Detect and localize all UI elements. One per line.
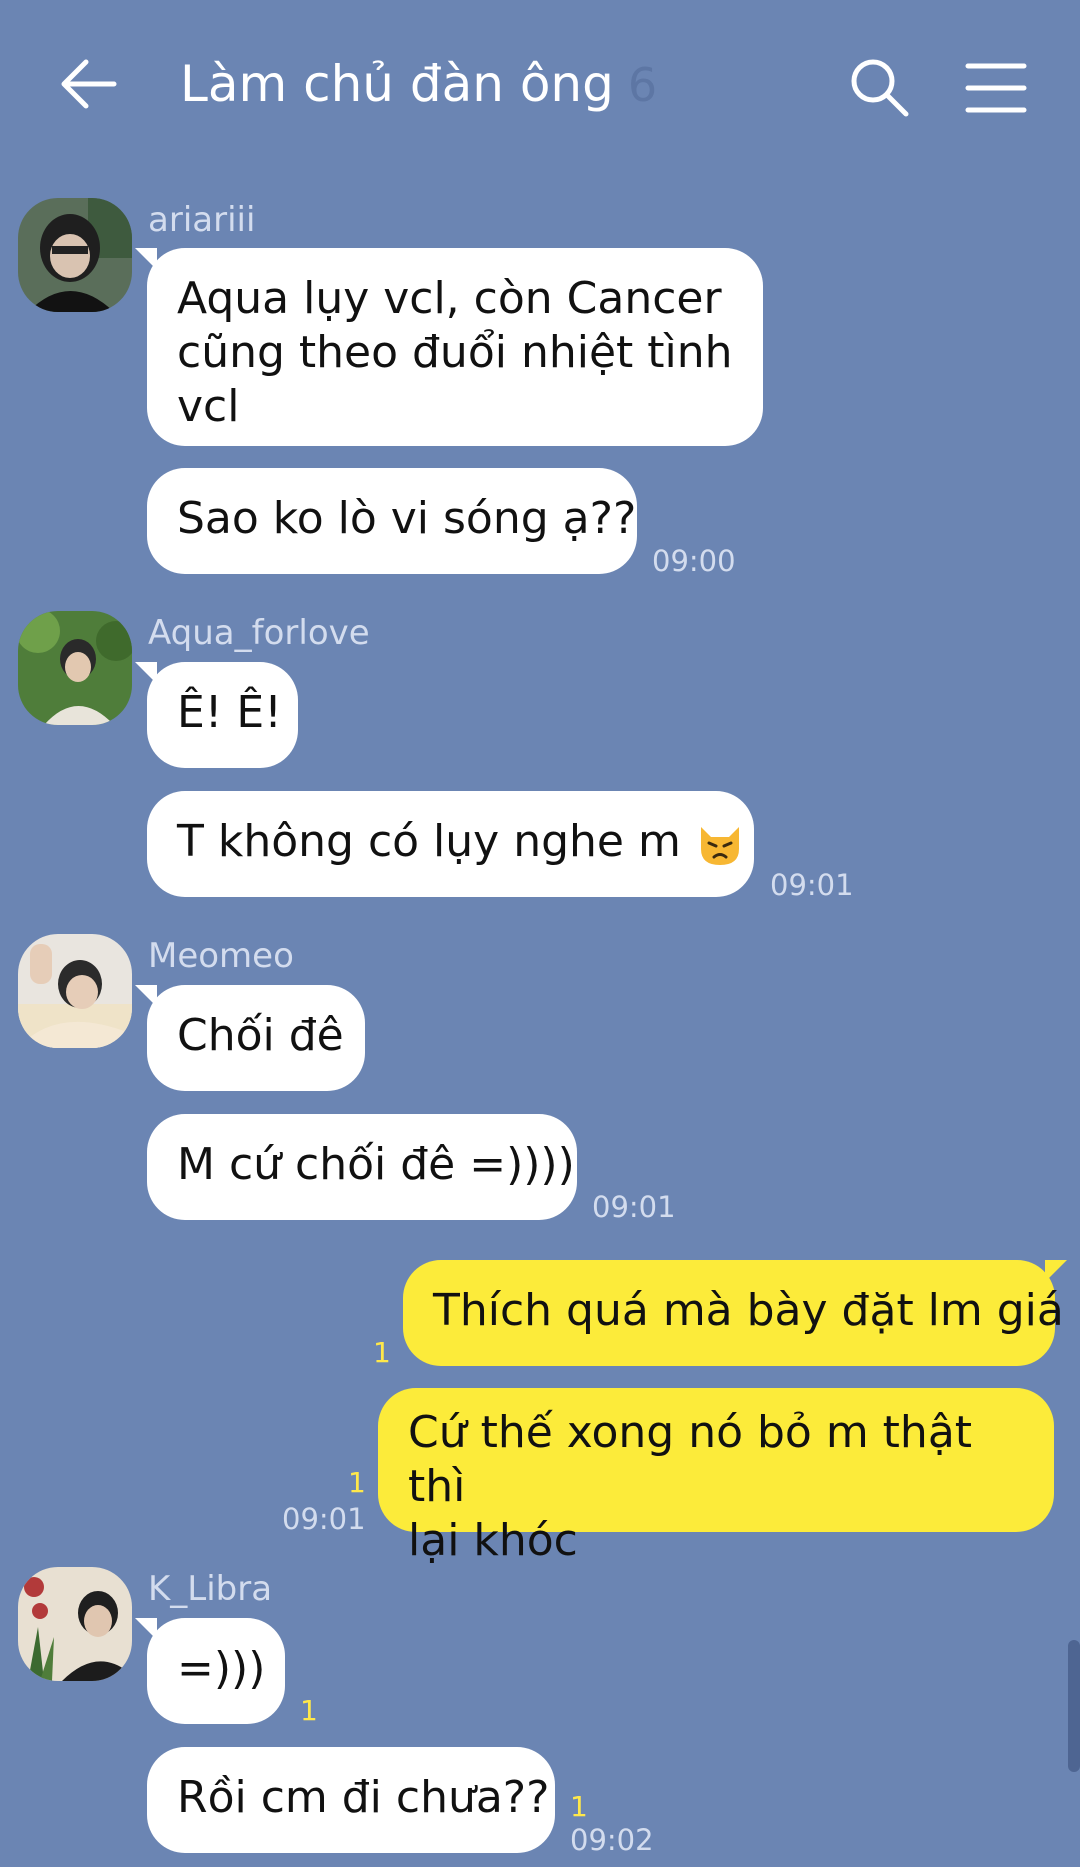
search-icon[interactable] — [848, 56, 910, 118]
message-bubble[interactable]: Chối đê — [135, 985, 365, 1091]
message-time: 09:02 — [570, 1823, 654, 1857]
sender-name: Aqua_forlove — [148, 613, 370, 653]
message-time: 09:00 — [652, 544, 736, 578]
unread-count: 1 — [373, 1336, 391, 1369]
message-text: Thích quá mà bày đặt lm giá — [433, 1285, 1064, 1336]
sender-name: K_Libra — [148, 1569, 273, 1609]
message-text: Sao ko lò vi sóng ạ?? — [177, 493, 637, 544]
back-arrow-icon[interactable] — [56, 52, 120, 116]
chat-title-text: Làm chủ đàn ông — [180, 55, 614, 113]
member-count: 6 — [627, 58, 658, 112]
message-bubble[interactable]: T không có lụy nghe m — [147, 791, 754, 897]
message-time: 09:01 — [770, 868, 854, 902]
message-bubble[interactable]: M cứ chối đê =)))) — [147, 1114, 577, 1220]
avatar-ariariii[interactable] — [18, 198, 132, 312]
message-text: T không có lụy nghe m — [177, 816, 681, 867]
sender-name: Meomeo — [148, 936, 294, 976]
avatar-meomeo[interactable] — [18, 934, 132, 1048]
my-message-bubble[interactable]: Thích quá mà bày đặt lm giá — [403, 1260, 1067, 1366]
sender-name: ariariii — [148, 200, 256, 240]
message-time: 09:01 — [592, 1190, 676, 1224]
unread-count: 1 — [348, 1466, 366, 1499]
message-line: vcl — [177, 381, 240, 432]
chat-header: Làm chủ đàn ông 6 — [0, 0, 1080, 175]
message-line: Cứ thế xong nó bỏ m thật thì — [408, 1407, 973, 1512]
message-bubble[interactable]: Sao ko lò vi sóng ạ?? — [147, 468, 637, 574]
message-bubble[interactable]: Ê! Ê! — [135, 662, 298, 768]
unread-count: 1 — [300, 1694, 318, 1727]
message-text: Ê! Ê! — [177, 687, 282, 738]
my-message-bubble[interactable]: Cứ thế xong nó bỏ m thật thì lại khóc — [378, 1388, 1054, 1566]
message-line: Aqua lụy vcl, còn Cancer — [177, 273, 722, 324]
message-text: =))) — [177, 1643, 266, 1694]
unread-count: 1 — [570, 1790, 588, 1823]
message-text: Chối đê — [177, 1010, 344, 1061]
scrollbar[interactable] — [1068, 1640, 1080, 1772]
message-text: Rồi cm đi chưa?? — [177, 1772, 550, 1823]
chat-title[interactable]: Làm chủ đàn ông 6 — [180, 55, 657, 113]
message-text: M cứ chối đê =)))) — [177, 1139, 575, 1190]
message-bubble[interactable]: Rồi cm đi chưa?? — [147, 1747, 555, 1853]
message-line: cũng theo đuổi nhiệt tình — [177, 327, 733, 378]
pouting-cat-emoji — [695, 819, 745, 869]
menu-icon[interactable] — [964, 58, 1028, 118]
avatar-k-libra[interactable] — [18, 1567, 132, 1681]
message-bubble[interactable]: =))) — [135, 1618, 285, 1724]
message-bubble[interactable]: Aqua lụy vcl, còn Cancer cũng theo đuổi … — [135, 248, 763, 446]
message-line: lại khóc — [408, 1515, 578, 1566]
avatar-aqua-forlove[interactable] — [18, 611, 132, 725]
message-time: 09:01 — [282, 1502, 366, 1536]
